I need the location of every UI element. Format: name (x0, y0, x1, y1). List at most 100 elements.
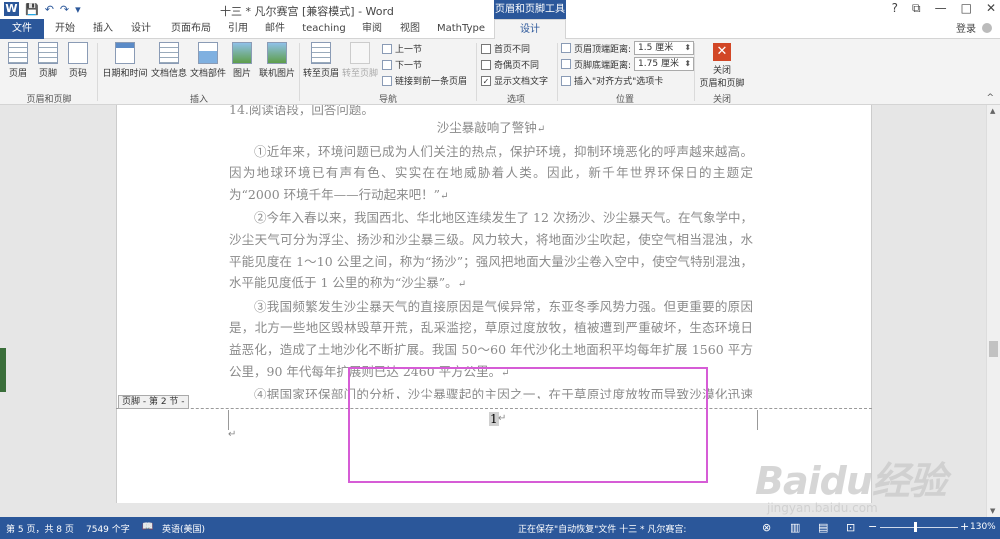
save-icon[interactable]: 💾 (25, 3, 39, 16)
zoom-slider[interactable] (880, 527, 958, 528)
tab-page-layout[interactable]: 页面布局 (164, 19, 218, 39)
header-icon (8, 42, 28, 64)
tab-insert[interactable]: 插入 (86, 19, 120, 39)
collapse-ribbon-button[interactable]: ^ (986, 93, 994, 103)
scroll-up-arrow-icon[interactable]: ▲ (990, 107, 995, 115)
autosave-status: 正在保存"自动恢复"文件 十三 * 凡尔赛宫: (518, 525, 687, 535)
different-odd-even-label: 奇偶页不同 (494, 61, 540, 71)
checkbox-icon: ✓ (481, 75, 491, 86)
footer-para-mark: ↵ (228, 429, 237, 440)
scroll-down-arrow-icon[interactable]: ▼ (990, 507, 995, 515)
group-label-navigation: 导航 (378, 95, 397, 105)
doc-info-button[interactable]: 文档信息 (151, 42, 187, 79)
word-count-status[interactable]: 7549 个字 (86, 522, 130, 535)
footer-button[interactable]: 页脚 (36, 42, 60, 79)
online-picture-icon (267, 42, 287, 64)
language-status[interactable]: 英语(美国) (162, 522, 205, 535)
zoom-level[interactable]: 130% (970, 522, 996, 532)
online-picture-button[interactable]: 联机图片 (258, 42, 296, 79)
footer-bottom-label: 页脚底端距离: (574, 60, 632, 71)
group-divider (299, 43, 300, 101)
picture-button[interactable]: 图片 (231, 42, 253, 79)
tab-teaching[interactable]: teaching (298, 19, 350, 39)
quick-parts-icon (198, 42, 218, 64)
previous-section-button[interactable]: 上一节 (382, 42, 422, 55)
read-mode-icon[interactable]: ▥ (790, 521, 800, 534)
print-layout-icon[interactable]: ▤ (818, 521, 828, 534)
close-icon: ✕ (713, 43, 731, 61)
scrollbar-thumb[interactable] (989, 341, 998, 357)
ribbon-display-button[interactable]: ⧉ (912, 1, 921, 16)
tab-review[interactable]: 审阅 (356, 19, 388, 39)
account-icon[interactable] (982, 23, 992, 33)
show-document-text-checkbox[interactable]: ✓ 显示文档文字 (481, 74, 548, 87)
side-panel-tab[interactable] (0, 348, 6, 392)
quick-parts-button[interactable]: 文档部件 (190, 42, 226, 79)
tab-design[interactable]: 设计 (124, 19, 158, 39)
header-button[interactable]: 页眉 (6, 42, 30, 79)
paragraph: ①近年来，环境问题已成为人们关注的热点，保护环境，抑制环境恶化的呼声越来越高。因… (229, 143, 753, 202)
signin-link[interactable]: 登录 (956, 20, 976, 35)
tab-references[interactable]: 引用 (222, 19, 254, 39)
customize-qat-icon[interactable]: ▾ (75, 3, 81, 16)
group-divider (557, 43, 558, 101)
goto-header-button[interactable]: 转至页眉 (303, 42, 339, 79)
header-top-input[interactable]: 1.5 厘米 (634, 41, 695, 55)
tab-file[interactable]: 文件 (0, 19, 44, 39)
picture-label: 图片 (232, 69, 251, 79)
link-to-previous-button[interactable]: 链接到前一条页眉 (382, 74, 467, 87)
undo-icon[interactable]: ↶ (45, 3, 54, 16)
goto-footer-button[interactable]: 转至页脚 (342, 42, 378, 79)
link-icon (382, 75, 392, 86)
minimize-button[interactable]: — (935, 1, 947, 16)
zoom-in-button[interactable]: + (960, 520, 969, 533)
close-hf-label-1: 关闭 (712, 66, 731, 76)
alignment-tab-icon (561, 75, 571, 86)
previous-section-label: 上一节 (395, 45, 423, 55)
page-count-status[interactable]: 第 5 页，共 8 页 (6, 522, 74, 535)
group-divider (476, 43, 477, 101)
group-label-position: 位置 (615, 95, 634, 105)
footer-bottom-input[interactable]: 1.75 厘米 (634, 57, 695, 71)
doc-info-label: 文档信息 (151, 69, 188, 79)
close-button[interactable]: ✕ (986, 1, 996, 16)
group-label-header-footer: 页眉和页脚 (26, 95, 72, 105)
checkbox-icon (481, 59, 491, 70)
footer-section-tag: 页脚 - 第 2 节 - (118, 395, 189, 409)
close-header-footer-button[interactable]: ✕ 关闭 页眉和页脚 (698, 43, 746, 89)
footer-icon (38, 42, 58, 64)
group-label-options: 选项 (506, 95, 525, 105)
tab-hf-design[interactable]: 设计 (494, 19, 566, 40)
group-label-insert: 插入 (189, 95, 208, 105)
word-logo-icon[interactable]: W (4, 2, 19, 16)
different-odd-even-checkbox[interactable]: 奇偶页不同 (481, 58, 539, 71)
web-layout-icon[interactable]: ⊡ (846, 521, 855, 534)
header-top-distance: 页眉顶端距离: 1.5 厘米 (561, 41, 695, 55)
window-title: 十三 * 凡尔赛宫 [兼容模式] - Word (220, 5, 394, 18)
restore-button[interactable]: □ (961, 1, 972, 16)
baidu-watermark: Baidu经验 jingyan.baidu.com (755, 450, 947, 515)
footer-distance-icon (561, 59, 571, 69)
ribbon: 页眉 页脚 页码 页眉和页脚 日期和时间 文档信息 文档部件 图片 联机图片 插… (0, 39, 1000, 105)
next-section-label: 下一节 (395, 61, 423, 71)
zoom-slider-thumb[interactable] (914, 522, 917, 532)
tab-mathtype[interactable]: MathType (432, 19, 490, 39)
previous-section-icon (382, 43, 392, 54)
redo-icon[interactable]: ↷ (60, 3, 69, 16)
different-first-page-checkbox[interactable]: 首页不同 (481, 42, 530, 55)
tab-mailings[interactable]: 邮件 (258, 19, 292, 39)
next-section-button[interactable]: 下一节 (382, 58, 422, 71)
calendar-icon (115, 42, 135, 64)
group-divider (694, 43, 695, 101)
page-number-button[interactable]: 页码 (66, 42, 90, 79)
focus-mode-icon[interactable]: ⊗ (762, 521, 771, 534)
insert-alignment-tab-button[interactable]: 插入"对齐方式"选项卡 (561, 74, 663, 87)
help-button[interactable]: ? (892, 1, 898, 16)
zoom-out-button[interactable]: − (868, 520, 877, 533)
tab-home[interactable]: 开始 (48, 19, 82, 39)
vertical-scrollbar[interactable]: ▲ ▼ (986, 105, 1000, 517)
tab-view[interactable]: 视图 (394, 19, 426, 39)
date-time-button[interactable]: 日期和时间 (102, 42, 148, 79)
different-first-page-label: 首页不同 (494, 45, 531, 55)
proofing-icon[interactable]: 📖 (142, 522, 153, 532)
